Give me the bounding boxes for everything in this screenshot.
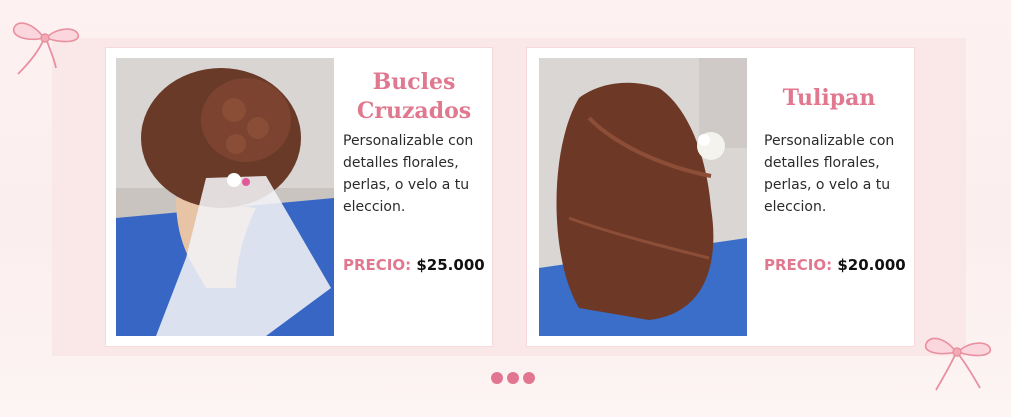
pagination-dot[interactable] [491, 372, 503, 384]
price-row: PRECIO: $25.000 [343, 256, 485, 274]
product-description: Personalizable con detalles florales, pe… [764, 133, 895, 215]
price-value: $20.000 [837, 256, 906, 274]
pagination-dot[interactable] [523, 372, 535, 384]
price-label: PRECIO: [764, 256, 833, 274]
product-photo [116, 58, 334, 336]
product-description: Personalizable con detalles florales, pe… [343, 133, 474, 215]
product-card[interactable]: Bucles Cruzados Personalizable con detal… [106, 48, 492, 346]
price-value: $25.000 [416, 256, 485, 274]
product-title: Tulipan [782, 85, 876, 111]
product-photo [539, 58, 747, 336]
ribbon-bow-icon [924, 337, 992, 391]
pagination-dot[interactable] [507, 372, 519, 384]
price-row: PRECIO: $20.000 [764, 256, 906, 274]
product-title: Bucles Cruzados [356, 69, 472, 124]
carousel-pagination [491, 372, 535, 384]
product-card[interactable]: Tulipan Personalizable con detalles flor… [527, 48, 914, 346]
price-label: PRECIO: [343, 256, 412, 274]
ribbon-bow-icon [12, 22, 80, 75]
